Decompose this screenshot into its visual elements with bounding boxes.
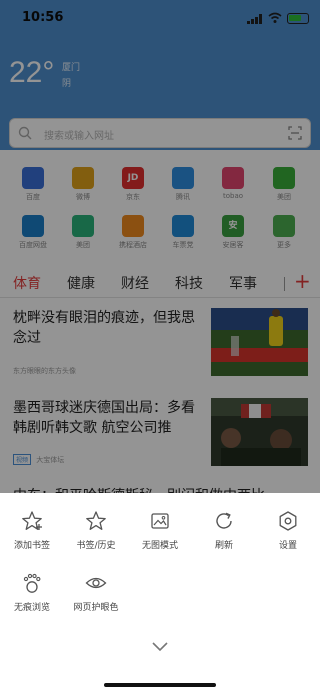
refresh-label: 刷新: [214, 541, 233, 551]
eye-care-label: 网页护眼色: [73, 603, 119, 613]
bookmarks-history-button[interactable]: 书签/历史: [64, 510, 128, 551]
add-bookmark-label: 添加书签: [13, 541, 50, 551]
settings-button[interactable]: 设置: [256, 510, 320, 551]
settings-icon: [279, 511, 297, 531]
footprint-icon: [23, 573, 41, 593]
no-image-mode-label: 无图模式: [141, 541, 178, 551]
home-indicator[interactable]: [104, 683, 216, 687]
refresh-icon: [216, 512, 232, 529]
star-icon: [86, 511, 106, 530]
chevron-down-icon[interactable]: [150, 639, 170, 653]
no-image-mode-button[interactable]: 无图模式: [128, 510, 192, 551]
incognito-button[interactable]: 无痕浏览: [0, 572, 64, 613]
eye-care-button[interactable]: 网页护眼色: [64, 572, 128, 613]
bookmarks-history-label: 书签/历史: [76, 541, 116, 551]
star-outline-icon: [22, 511, 42, 530]
settings-label: 设置: [278, 541, 297, 551]
add-bookmark-button[interactable]: 添加书签: [0, 510, 64, 551]
refresh-button[interactable]: 刷新: [192, 510, 256, 551]
browser-menu-sheet: 添加书签 书签/历史 无图模式 刷新 设置 无痕浏览 网页护眼色: [0, 493, 320, 692]
eye-icon: [85, 577, 107, 589]
image-icon: [151, 513, 169, 529]
incognito-label: 无痕浏览: [13, 603, 50, 613]
